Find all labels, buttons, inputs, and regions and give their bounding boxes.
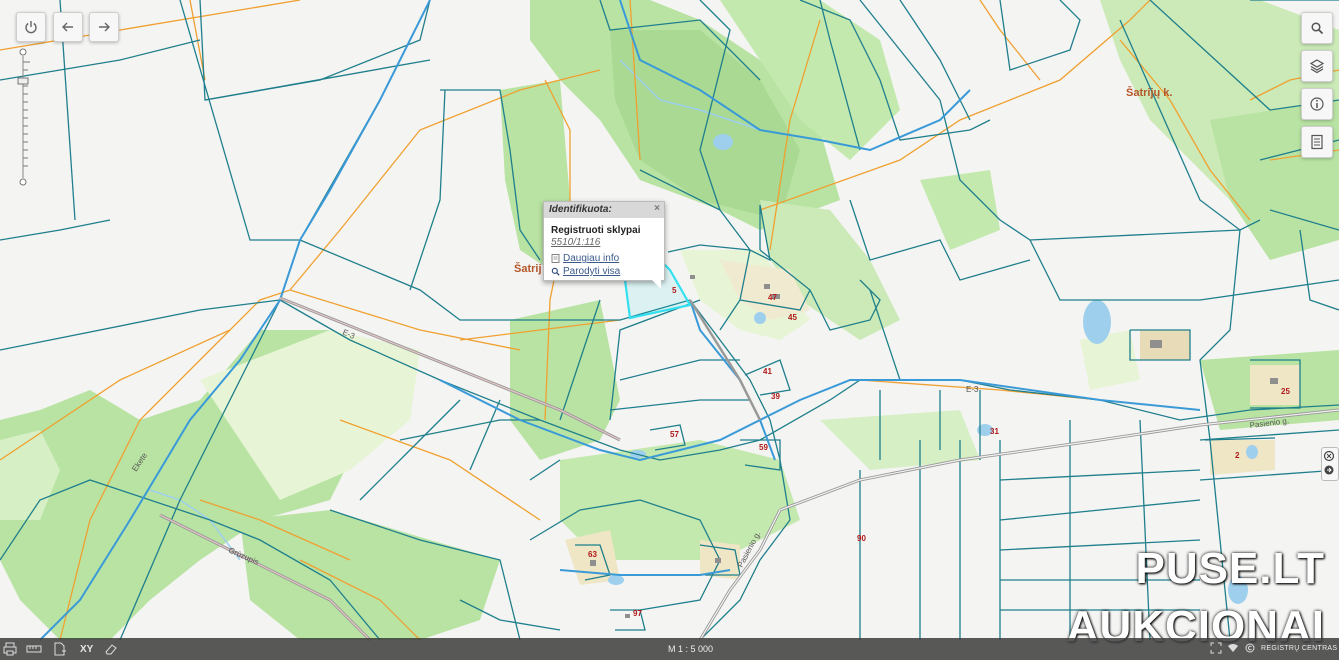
address-number: 31 (990, 427, 999, 436)
arrow-right-icon (97, 20, 111, 34)
copyright-icon (1245, 643, 1255, 657)
address-number: 90 (857, 534, 866, 543)
address-number: 39 (771, 392, 780, 401)
watermark-line-1: PUSE.LT (1067, 540, 1325, 598)
more-info-label: Daugiau info (563, 252, 619, 265)
popup-header: Identifikuota: × (544, 202, 664, 218)
address-number: 59 (759, 443, 768, 452)
document-icon (551, 254, 560, 263)
zoom-thumb (18, 78, 28, 84)
address-number: 45 (788, 313, 797, 322)
info-icon (1309, 96, 1325, 112)
popup-layer-name: Registruoti sklypai (544, 218, 664, 237)
address-number: 47 (768, 293, 777, 302)
road-label: E-3 (966, 385, 979, 394)
address-number: 97 (633, 609, 642, 618)
document-icon (1309, 134, 1325, 150)
place-label: Šatrijų k. (1126, 86, 1172, 99)
add-document-icon[interactable] (53, 642, 67, 659)
arrow-left-icon (61, 20, 75, 34)
forward-button[interactable] (89, 12, 119, 42)
coordinates-icon[interactable]: XY (80, 643, 93, 657)
info-button[interactable] (1301, 88, 1333, 120)
map-scale: M 1 : 5 000 (668, 644, 713, 654)
eraser-icon[interactable] (104, 642, 118, 659)
print-icon[interactable] (3, 642, 17, 659)
brand-text: REGISTRŲ CENTRAS (1261, 645, 1337, 652)
show-all-label: Parodyti visa (563, 265, 620, 278)
zoom-out-handle (20, 179, 26, 185)
layers-button[interactable] (1301, 50, 1333, 82)
popup-pointer (652, 280, 661, 289)
layers-icon (1309, 58, 1325, 74)
address-number: 57 (670, 430, 679, 439)
address-number: 25 (1281, 387, 1290, 396)
power-icon (24, 20, 38, 34)
close-circle-icon (1322, 448, 1336, 478)
side-panel-toggle[interactable] (1321, 447, 1339, 481)
popup-close-button[interactable]: × (654, 203, 660, 215)
address-number: 2 (1235, 451, 1240, 460)
identify-popup: Identifikuota: × Registruoti sklypai 551… (543, 201, 665, 281)
address-number: 41 (763, 367, 772, 376)
parcel-id-link[interactable]: 5510/1:116 (544, 237, 664, 252)
search-icon (1310, 21, 1324, 35)
zoom-in-handle (20, 49, 26, 55)
bottom-toolbar: XY M 1 : 5 000 REGISTRŲ CENTRAS (0, 638, 1339, 660)
more-info-link[interactable]: Daugiau info (544, 252, 664, 265)
fullscreen-icon[interactable] (1210, 642, 1222, 657)
place-label: Šatrij (514, 262, 542, 275)
search-button[interactable] (1301, 12, 1333, 44)
zoom-slider[interactable] (17, 48, 31, 186)
popup-title: Identifikuota: (549, 204, 612, 215)
power-button[interactable] (16, 12, 46, 42)
back-button[interactable] (53, 12, 83, 42)
measure-icon[interactable] (26, 642, 42, 659)
magnifier-icon (551, 267, 560, 276)
wifi-icon (1227, 642, 1239, 657)
address-number: 63 (588, 550, 597, 559)
document-button[interactable] (1301, 126, 1333, 158)
show-all-link[interactable]: Parodyti visa (544, 265, 664, 278)
address-number: 5 (672, 286, 677, 295)
